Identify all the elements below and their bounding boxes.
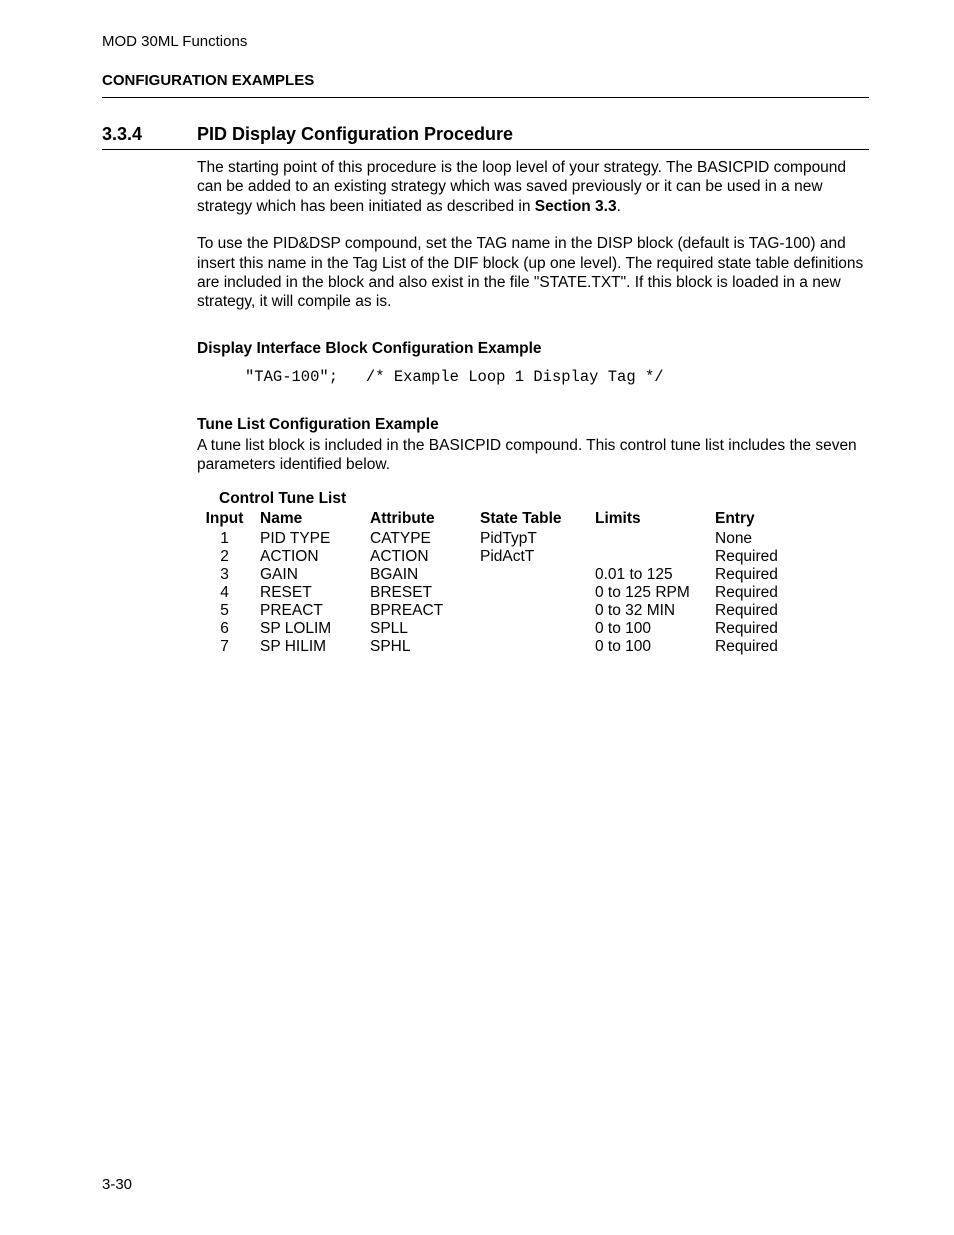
cell-name: PID TYPE <box>252 530 362 548</box>
cell-limits: 0.01 to 125 <box>587 566 707 584</box>
th-name: Name <box>252 510 362 530</box>
cell-limits: 0 to 125 RPM <box>587 584 707 602</box>
cell-input: 6 <box>197 620 252 638</box>
th-state-table: State Table <box>472 510 587 530</box>
cell-input: 3 <box>197 566 252 584</box>
cell-input: 4 <box>197 584 252 602</box>
section-title: PID Display Configuration Procedure <box>197 124 513 145</box>
cell-input: 7 <box>197 638 252 656</box>
cell-attribute: SPHL <box>362 638 472 656</box>
table-row: 4RESETBRESET 0 to 125 RPMRequired <box>197 584 787 602</box>
tune-list-desc: A tune list block is included in the BAS… <box>197 436 869 475</box>
section-ref: Section 3.3 <box>535 198 617 215</box>
cell-entry: Required <box>707 566 787 584</box>
cell-name: SP LOLIM <box>252 620 362 638</box>
cell-state: PidActT <box>472 548 587 566</box>
cell-entry: Required <box>707 638 787 656</box>
cell-attribute: CATYPE <box>362 530 472 548</box>
cell-state <box>472 620 587 638</box>
cell-input: 1 <box>197 530 252 548</box>
cell-state <box>472 602 587 620</box>
cell-entry: Required <box>707 548 787 566</box>
cell-state: PidTypT <box>472 530 587 548</box>
table-row: 3GAINBGAIN 0.01 to 125Required <box>197 566 787 584</box>
paragraph-1-a: The starting point of this procedure is … <box>197 159 846 215</box>
table-row: 2ACTIONACTIONPidActTRequired <box>197 548 787 566</box>
section-rule <box>102 149 869 150</box>
th-attribute: Attribute <box>362 510 472 530</box>
section-heading-row: 3.3.4 PID Display Configuration Procedur… <box>102 124 869 145</box>
table-row: 6SP LOLIMSPLL 0 to 100Required <box>197 620 787 638</box>
cell-state <box>472 584 587 602</box>
control-tune-list-title: Control Tune List <box>219 490 869 508</box>
cell-limits: 0 to 100 <box>587 638 707 656</box>
cell-name: GAIN <box>252 566 362 584</box>
table-header-row: Input Name Attribute State Table Limits … <box>197 510 787 530</box>
section-number: 3.3.4 <box>102 124 197 145</box>
cell-attribute: SPLL <box>362 620 472 638</box>
header-rule <box>102 97 869 98</box>
table-row: 7SP HILIMSPHL 0 to 100Required <box>197 638 787 656</box>
cell-limits <box>587 548 707 566</box>
cell-attribute: BRESET <box>362 584 472 602</box>
cell-name: SP HILIM <box>252 638 362 656</box>
code-example: "TAG-100"; /* Example Loop 1 Display Tag… <box>245 368 869 386</box>
cell-state <box>472 566 587 584</box>
section-label: CONFIGURATION EXAMPLES <box>102 72 869 89</box>
cell-entry: Required <box>707 584 787 602</box>
cell-state <box>472 638 587 656</box>
th-limits: Limits <box>587 510 707 530</box>
cell-attribute: ACTION <box>362 548 472 566</box>
display-interface-heading: Display Interface Block Configuration Ex… <box>197 340 869 358</box>
cell-entry: Required <box>707 602 787 620</box>
paragraph-2: To use the PID&DSP compound, set the TAG… <box>197 234 869 312</box>
cell-name: PREACT <box>252 602 362 620</box>
paragraph-1: The starting point of this procedure is … <box>197 158 869 216</box>
table-row: 5PREACTBPREACT 0 to 32 MINRequired <box>197 602 787 620</box>
page-number: 3-30 <box>102 1176 132 1193</box>
cell-name: RESET <box>252 584 362 602</box>
th-input: Input <box>197 510 252 530</box>
cell-input: 5 <box>197 602 252 620</box>
th-entry: Entry <box>707 510 787 530</box>
cell-input: 2 <box>197 548 252 566</box>
cell-limits: 0 to 100 <box>587 620 707 638</box>
paragraph-1-c: . <box>617 198 621 215</box>
control-tune-list-table: Input Name Attribute State Table Limits … <box>197 510 787 656</box>
cell-attribute: BGAIN <box>362 566 472 584</box>
running-header: MOD 30ML Functions <box>102 33 869 50</box>
cell-entry: Required <box>707 620 787 638</box>
table-row: 1PID TYPECATYPEPidTypT None <box>197 530 787 548</box>
cell-entry: None <box>707 530 787 548</box>
cell-limits: 0 to 32 MIN <box>587 602 707 620</box>
cell-attribute: BPREACT <box>362 602 472 620</box>
cell-limits <box>587 530 707 548</box>
cell-name: ACTION <box>252 548 362 566</box>
tune-list-heading: Tune List Configuration Example <box>197 416 869 434</box>
